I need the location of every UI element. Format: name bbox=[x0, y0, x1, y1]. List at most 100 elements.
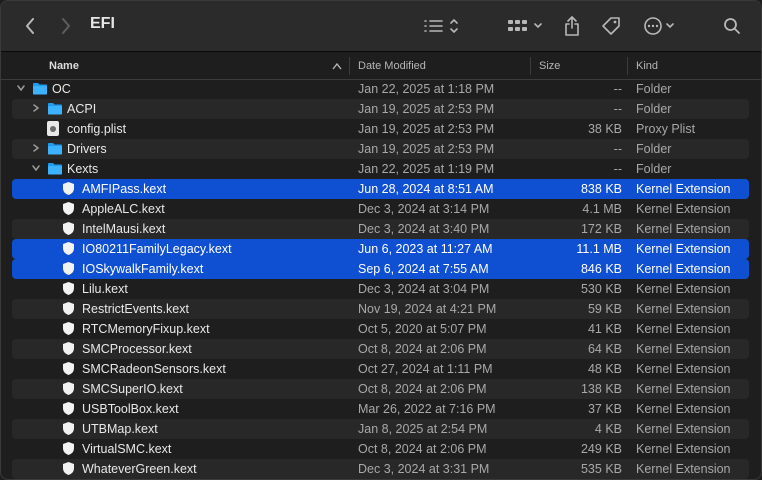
file-size: 846 KB bbox=[580, 262, 622, 276]
view-options-button[interactable] bbox=[421, 11, 463, 41]
file-date-modified: Dec 3, 2024 at 3:14 PM bbox=[358, 202, 490, 216]
file-row[interactable]: OC Jan 22, 2025 at 1:18 PM -- Folder bbox=[12, 79, 749, 99]
file-kind: Kernel Extension bbox=[636, 302, 731, 316]
file-kind: Kernel Extension bbox=[636, 202, 731, 216]
file-size: -- bbox=[613, 102, 622, 116]
file-row[interactable]: SMCProcessor.kext Oct 8, 2024 at 2:06 PM 6… bbox=[12, 339, 749, 359]
file-name: IO80211FamilyLegacy.kext bbox=[82, 242, 232, 256]
file-size: 38 KB bbox=[587, 122, 622, 136]
file-size: 48 KB bbox=[587, 362, 622, 376]
file-date-modified: Mar 26, 2022 at 7:16 PM bbox=[358, 402, 496, 416]
column-name-header[interactable]: Name bbox=[49, 60, 79, 72]
file-name: Lilu.kext bbox=[82, 282, 128, 296]
file-name: AMFIPass.kext bbox=[82, 182, 167, 196]
file-row[interactable]: IOSkywalkFamily.kext Sep 6, 2024 at 7:55 … bbox=[12, 259, 749, 279]
file-date-modified: Jan 22, 2025 at 1:19 PM bbox=[358, 162, 495, 176]
column-divider[interactable] bbox=[530, 57, 531, 75]
kext-icon bbox=[62, 461, 75, 476]
disclosure-collapsed-icon[interactable] bbox=[31, 143, 41, 155]
file-kind: Kernel Extension bbox=[636, 242, 731, 256]
chevron-right-icon bbox=[62, 18, 70, 34]
more-actions-button[interactable] bbox=[641, 11, 681, 41]
file-date-modified: Jan 8, 2025 at 2:54 PM bbox=[358, 422, 488, 436]
file-size: 37 KB bbox=[587, 402, 622, 416]
file-name: IntelMausi.kext bbox=[82, 222, 166, 236]
file-row[interactable]: WhateverGreen.kext Dec 3, 2024 at 3:31 PM… bbox=[12, 459, 749, 479]
file-row[interactable]: Lilu.kext Dec 3, 2024 at 3:04 PM 530 KB Ker… bbox=[12, 279, 749, 299]
disclosure-expanded-icon[interactable] bbox=[16, 83, 26, 95]
file-row[interactable]: config.plist Jan 19, 2025 at 2:53 PM 38 KB… bbox=[12, 119, 749, 139]
column-divider[interactable] bbox=[627, 57, 628, 75]
file-row[interactable]: AMFIPass.kext Jun 28, 2024 at 8:51 AM 838 … bbox=[12, 179, 749, 199]
file-name: USBToolBox.kext bbox=[82, 402, 179, 416]
file-kind: Kernel Extension bbox=[636, 462, 731, 476]
file-size: 838 KB bbox=[580, 182, 622, 196]
file-date-modified: Jun 6, 2023 at 11:27 AM bbox=[358, 242, 493, 256]
kext-icon bbox=[62, 301, 75, 316]
file-name: AppleALC.kext bbox=[82, 202, 165, 216]
file-row[interactable]: RTCMemoryFixup.kext Oct 5, 2020 at 5:07 P… bbox=[12, 319, 749, 339]
file-name: SMCRadeonSensors.kext bbox=[82, 362, 226, 376]
file-row[interactable]: RestrictEvents.kext Nov 19, 2024 at 4:21 … bbox=[12, 299, 749, 319]
back-button[interactable] bbox=[19, 11, 41, 41]
file-name: IOSkywalkFamily.kext bbox=[82, 262, 204, 276]
file-row[interactable]: AppleALC.kext Dec 3, 2024 at 3:14 PM 4.1 M… bbox=[12, 199, 749, 219]
column-date-header[interactable]: Date Modified bbox=[358, 60, 426, 72]
file-size: 530 KB bbox=[580, 282, 622, 296]
column-kind-header[interactable]: Kind bbox=[636, 60, 658, 72]
share-button[interactable] bbox=[561, 11, 583, 41]
group-button[interactable] bbox=[506, 11, 546, 41]
file-size: 172 KB bbox=[580, 222, 622, 236]
disclosure-expanded-icon[interactable] bbox=[31, 163, 41, 175]
file-row[interactable]: Kexts Jan 22, 2025 at 1:19 PM -- Folder bbox=[12, 159, 749, 179]
file-size: -- bbox=[613, 142, 622, 156]
file-row[interactable]: Drivers Jan 19, 2025 at 2:53 PM -- Folder bbox=[12, 139, 749, 159]
file-row[interactable]: USBToolBox.kext Mar 26, 2022 at 7:16 PM 37… bbox=[12, 399, 749, 419]
file-row[interactable]: SMCSuperIO.kext Oct 8, 2024 at 2:06 PM 138… bbox=[12, 379, 749, 399]
kext-icon bbox=[62, 181, 75, 196]
file-date-modified: Jan 19, 2025 at 2:53 PM bbox=[358, 142, 495, 156]
kext-icon bbox=[62, 341, 75, 356]
file-row[interactable]: VirtualSMC.kext Oct 8, 2024 at 2:06 PM 249… bbox=[12, 439, 749, 459]
file-kind: Folder bbox=[636, 102, 672, 116]
search-icon bbox=[724, 18, 740, 34]
file-kind: Kernel Extension bbox=[636, 282, 731, 296]
group-grid-icon bbox=[508, 20, 542, 31]
file-kind: Kernel Extension bbox=[636, 382, 731, 396]
window-title: EFI bbox=[90, 15, 115, 32]
file-row[interactable]: UTBMap.kext Jan 8, 2025 at 2:54 PM 4 KB Ker… bbox=[12, 419, 749, 439]
file-row[interactable]: SMCRadeonSensors.kext Oct 27, 2024 at 1:1… bbox=[12, 359, 749, 379]
file-row[interactable]: IntelMausi.kext Dec 3, 2024 at 3:40 PM 172… bbox=[12, 219, 749, 239]
file-date-modified: Dec 3, 2024 at 3:40 PM bbox=[358, 222, 490, 236]
file-name: ACPI bbox=[67, 102, 97, 116]
file-size: 249 KB bbox=[580, 442, 622, 456]
tag-button[interactable] bbox=[599, 11, 623, 41]
file-date-modified: Jan 19, 2025 at 2:53 PM bbox=[358, 102, 495, 116]
file-name: SMCSuperIO.kext bbox=[82, 382, 183, 396]
file-name: Drivers bbox=[67, 142, 107, 156]
folder-icon bbox=[47, 162, 63, 175]
disclosure-collapsed-icon[interactable] bbox=[31, 103, 41, 115]
file-row[interactable]: IO80211FamilyLegacy.kext Jun 6, 2023 at 1… bbox=[12, 239, 749, 259]
file-size: 4.1 MB bbox=[582, 202, 622, 216]
kext-icon bbox=[62, 241, 75, 256]
file-kind: Folder bbox=[636, 162, 672, 176]
sort-ascending-icon[interactable] bbox=[332, 62, 342, 70]
share-icon bbox=[565, 16, 579, 36]
kext-icon bbox=[62, 361, 75, 376]
file-name: OC bbox=[52, 82, 71, 96]
file-date-modified: Jan 22, 2025 at 1:18 PM bbox=[358, 82, 495, 96]
search-button[interactable] bbox=[721, 11, 743, 41]
file-kind: Kernel Extension bbox=[636, 442, 731, 456]
column-size-header[interactable]: Size bbox=[539, 60, 560, 72]
file-kind: Kernel Extension bbox=[636, 422, 731, 436]
file-row[interactable]: ACPI Jan 19, 2025 at 2:53 PM -- Folder bbox=[12, 99, 749, 119]
file-size: 41 KB bbox=[587, 322, 622, 336]
forward-button[interactable] bbox=[55, 11, 77, 41]
file-kind: Kernel Extension bbox=[636, 322, 731, 336]
folder-icon bbox=[47, 102, 63, 115]
file-date-modified: Oct 8, 2024 at 2:06 PM bbox=[358, 342, 487, 356]
list-view-icon bbox=[424, 18, 458, 34]
file-date-modified: Dec 3, 2024 at 3:31 PM bbox=[358, 462, 490, 476]
column-divider[interactable] bbox=[349, 57, 350, 75]
